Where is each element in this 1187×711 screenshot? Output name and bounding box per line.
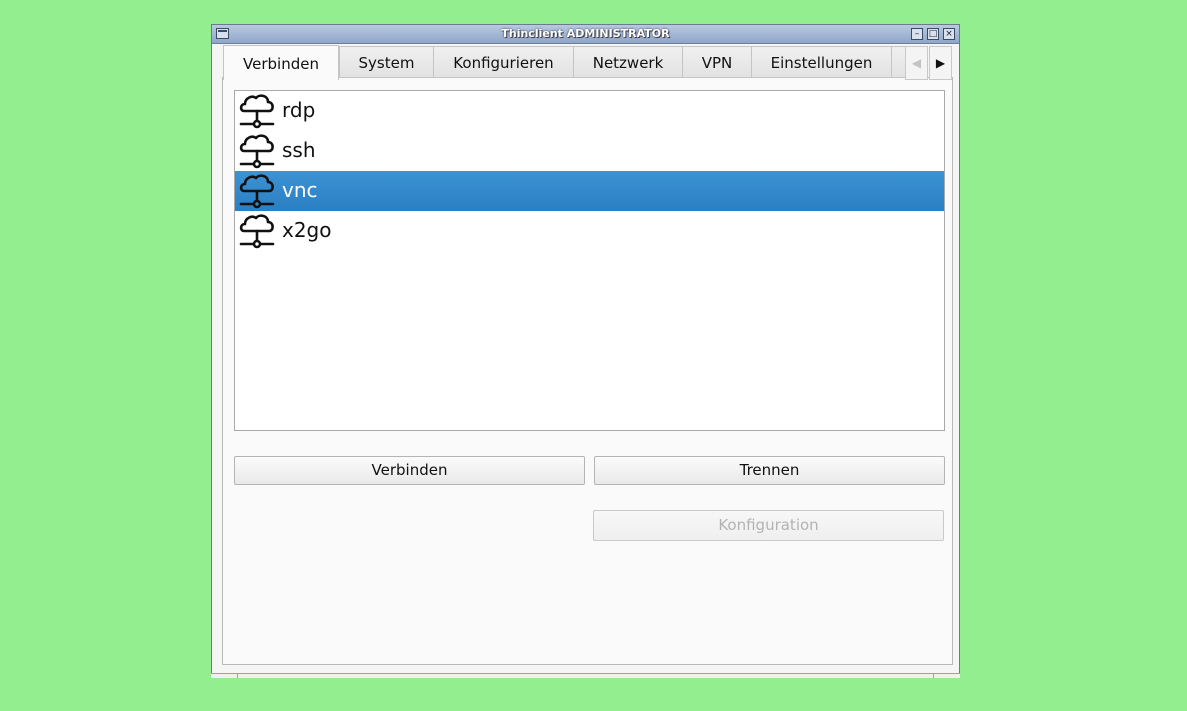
window-title: Thinclient ADMINISTRATOR [501,27,670,40]
maximize-button[interactable]: □ [927,28,939,40]
tab-vpn[interactable]: VPN [682,46,752,78]
cloud-network-icon [238,173,276,209]
minimize-button[interactable]: – [911,28,923,40]
list-item[interactable]: rdp [235,91,944,131]
connect-button[interactable]: Verbinden [234,456,585,485]
tab-netzwerk[interactable]: Netzwerk [573,46,683,78]
tab-scroll-right-icon[interactable]: ▶ [929,46,952,80]
list-item-selected[interactable]: vnc [235,171,944,211]
configuration-button[interactable]: Konfiguration [593,510,944,541]
title-bar[interactable]: Thinclient ADMINISTRATOR – □ × [212,25,959,44]
list-item[interactable]: x2go [235,211,944,251]
connection-list[interactable]: rdp ssh vnc x2go [234,90,945,431]
tab-scroll-left-icon[interactable]: ◀ [905,46,928,80]
tab-system[interactable]: System [339,46,434,78]
list-item[interactable]: ssh [235,131,944,171]
tab-bar: Verbinden System Konfigurieren Netzwerk … [223,45,953,80]
connection-label: rdp [282,98,316,122]
tab-verbinden[interactable]: Verbinden [223,45,339,80]
connection-label: vnc [282,178,318,202]
cloud-network-icon [238,93,276,129]
disconnect-button[interactable]: Trennen [594,456,945,485]
connection-label: ssh [282,138,316,162]
close-button[interactable]: × [943,28,955,40]
tab-konfigurieren[interactable]: Konfigurieren [433,46,574,78]
cloud-network-icon [238,213,276,249]
tab-einstellungen[interactable]: Einstellungen [751,46,892,78]
cloud-network-icon [238,133,276,169]
status-bar [211,673,960,678]
connection-label: x2go [282,218,332,242]
status-separator [933,674,934,678]
status-separator [237,674,238,678]
